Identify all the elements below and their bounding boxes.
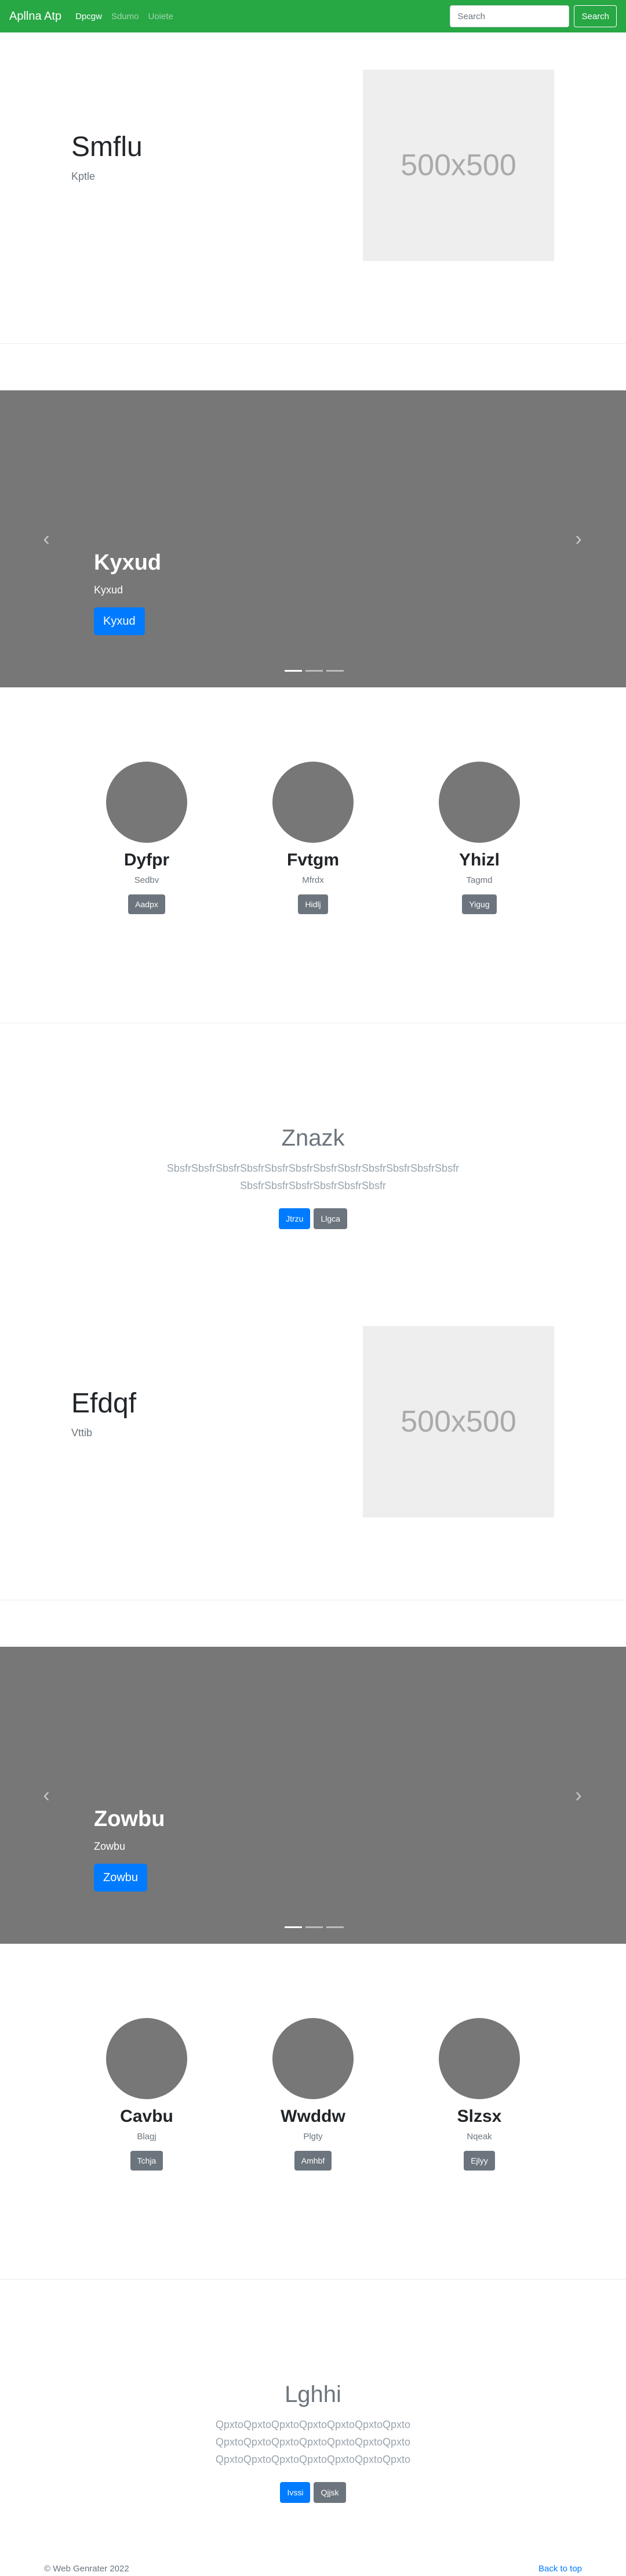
feature-subheading: Vttib — [71, 1427, 93, 1439]
carousel-caption-button[interactable]: Zowbu — [94, 1864, 148, 1892]
feature-subheading: Kptle — [71, 171, 96, 182]
person-name: Slzsx — [457, 2107, 502, 2126]
jumbotron-text-line: QpxtoQpxtoQpxtoQpxtoQpxtoQpxtoQpxto — [215, 2436, 411, 2448]
carousel-caption-button[interactable]: Kyxud — [94, 607, 145, 635]
carousel-next-control[interactable]: › — [565, 525, 592, 553]
jumbotron-title: Znazk — [281, 1125, 345, 1151]
carousel-caption-title: Zowbu — [94, 1807, 165, 1831]
jumbotron-title: Lghhi — [285, 2382, 341, 2407]
section-divider — [0, 343, 626, 344]
person-card: Yhizl Tagmd Yigug — [410, 762, 549, 914]
jumbotron-text-line: QpxtoQpxtoQpxtoQpxtoQpxtoQpxtoQpxto — [215, 2454, 411, 2465]
carousel-indicator[interactable] — [305, 670, 323, 672]
search-button[interactable]: Search — [574, 5, 617, 27]
person-name: Dyfpr — [123, 850, 170, 869]
carousel-indicators — [283, 1926, 345, 1928]
person-details-button[interactable]: Hidlj — [298, 894, 328, 914]
avatar — [272, 2018, 354, 2099]
chevron-left-icon: ‹ — [43, 527, 50, 550]
chevron-right-icon: › — [575, 1784, 582, 1806]
back-to-top-link[interactable]: Back to top — [538, 2564, 582, 2574]
avatar — [272, 762, 354, 843]
person-details-button[interactable]: Yigug — [462, 894, 497, 914]
jumbotron: Lghhi QpxtoQpxtoQpxtoQpxtoQpxtoQpxtoQpxt… — [0, 2382, 626, 2503]
carousel-prev-control[interactable]: ‹ — [32, 525, 60, 553]
nav-link-sdumo[interactable]: Sdumo — [111, 12, 139, 21]
footer-copyright: © Web Genrater 2022 — [44, 2564, 129, 2574]
person-details-button[interactable]: Amhbf — [294, 2151, 332, 2171]
placeholder-image: 500x500 — [363, 1326, 554, 1517]
carousel-indicator[interactable] — [305, 1926, 323, 1928]
jumbotron-secondary-button[interactable]: Llgca — [314, 1208, 347, 1229]
person-name: Cavbu — [120, 2107, 173, 2126]
person-description: Tagmd — [466, 875, 493, 885]
navbar: Apllna Atp Dpcgw Sdumo Uoiete Search — [0, 0, 626, 32]
person-details-button[interactable]: Aadpx — [128, 894, 165, 914]
carousel-caption-text: Kyxud — [94, 584, 123, 596]
feature-section: Efdqf Vttib 500x500 — [0, 1289, 626, 1600]
navbar-brand[interactable]: Apllna Atp — [9, 10, 61, 23]
chevron-left-icon: ‹ — [43, 1784, 50, 1806]
nav-link-dpcgw[interactable]: Dpcgw — [75, 12, 102, 21]
person-name: Fvtgm — [287, 850, 339, 869]
carousel-next-control[interactable]: › — [565, 1781, 592, 1809]
search-input[interactable] — [450, 5, 570, 27]
carousel-caption-title: Kyxud — [94, 550, 162, 575]
nav-link-uoiete[interactable]: Uoiete — [148, 12, 173, 21]
person-card: Wwddw Plgty Amhbf — [243, 2018, 383, 2171]
person-description: Mfrdx — [302, 875, 324, 885]
feature-section: Smflu Kptle 500x500 — [0, 32, 626, 343]
avatar — [439, 762, 520, 843]
avatar — [439, 2018, 520, 2099]
person-details-button[interactable]: Tchja — [130, 2151, 163, 2171]
carousel: ‹ › Kyxud Kyxud Kyxud — [0, 390, 626, 687]
section-divider — [0, 2279, 626, 2280]
jumbotron: Znazk SbsfrSbsfrSbsfrSbsfrSbsfrSbsfrSbsf… — [0, 1125, 626, 1229]
jumbotron-buttons: Ivssi Qjjsk — [0, 2482, 626, 2503]
jumbotron-text-line: SbsfrSbsfrSbsfrSbsfrSbsfrSbsfr — [239, 1180, 387, 1191]
person-description: Nqeak — [467, 2132, 492, 2142]
feature-heading: Efdqf — [71, 1388, 137, 1419]
footer: © Web Genrater 2022 Back to top — [0, 2564, 626, 2576]
jumbotron-text-line: SbsfrSbsfrSbsfrSbsfrSbsfrSbsfrSbsfrSbsfr… — [166, 1162, 460, 1174]
jumbotron-text: QpxtoQpxtoQpxtoQpxtoQpxtoQpxtoQpxto Qpxt… — [0, 2416, 626, 2468]
person-card: Cavbu Blagj Tchja — [77, 2018, 216, 2171]
carousel-indicator[interactable] — [326, 1926, 344, 1928]
carousel-indicator[interactable] — [285, 670, 302, 672]
person-details-button[interactable]: Ejlyy — [464, 2151, 495, 2171]
person-name: Yhizl — [458, 850, 500, 869]
carousel-indicators — [283, 670, 345, 672]
carousel: ‹ › Zowbu Zowbu Zowbu — [0, 1647, 626, 1944]
chevron-right-icon: › — [575, 527, 582, 550]
person-description: Sedbv — [134, 875, 159, 885]
person-card: Dyfpr Sedbv Aadpx — [77, 762, 216, 914]
jumbotron-secondary-button[interactable]: Qjjsk — [314, 2482, 346, 2503]
person-card: Fvtgm Mfrdx Hidlj — [243, 762, 383, 914]
jumbotron-primary-button[interactable]: Ivssi — [280, 2482, 311, 2503]
carousel-caption-text: Zowbu — [94, 1840, 126, 1852]
jumbotron-text-line: QpxtoQpxtoQpxtoQpxtoQpxtoQpxtoQpxto — [215, 2419, 411, 2430]
person-description: Blagj — [137, 2132, 156, 2142]
person-description: Plgty — [303, 2132, 323, 2142]
carousel-prev-control[interactable]: ‹ — [32, 1781, 60, 1809]
person-name: Wwddw — [281, 2107, 345, 2126]
avatar — [106, 762, 187, 843]
carousel-indicator[interactable] — [326, 670, 344, 672]
jumbotron-primary-button[interactable]: Jtrzu — [279, 1208, 311, 1229]
feature-heading: Smflu — [71, 132, 143, 162]
placeholder-image: 500x500 — [363, 70, 554, 261]
carousel-indicator[interactable] — [285, 1926, 302, 1928]
navbar-search-form: Search — [450, 5, 617, 27]
jumbotron-text: SbsfrSbsfrSbsfrSbsfrSbsfrSbsfrSbsfrSbsfr… — [0, 1160, 626, 1194]
person-card: Slzsx Nqeak Ejlyy — [410, 2018, 549, 2171]
avatar — [106, 2018, 187, 2099]
jumbotron-buttons: Jtrzu Llgca — [0, 1208, 626, 1229]
